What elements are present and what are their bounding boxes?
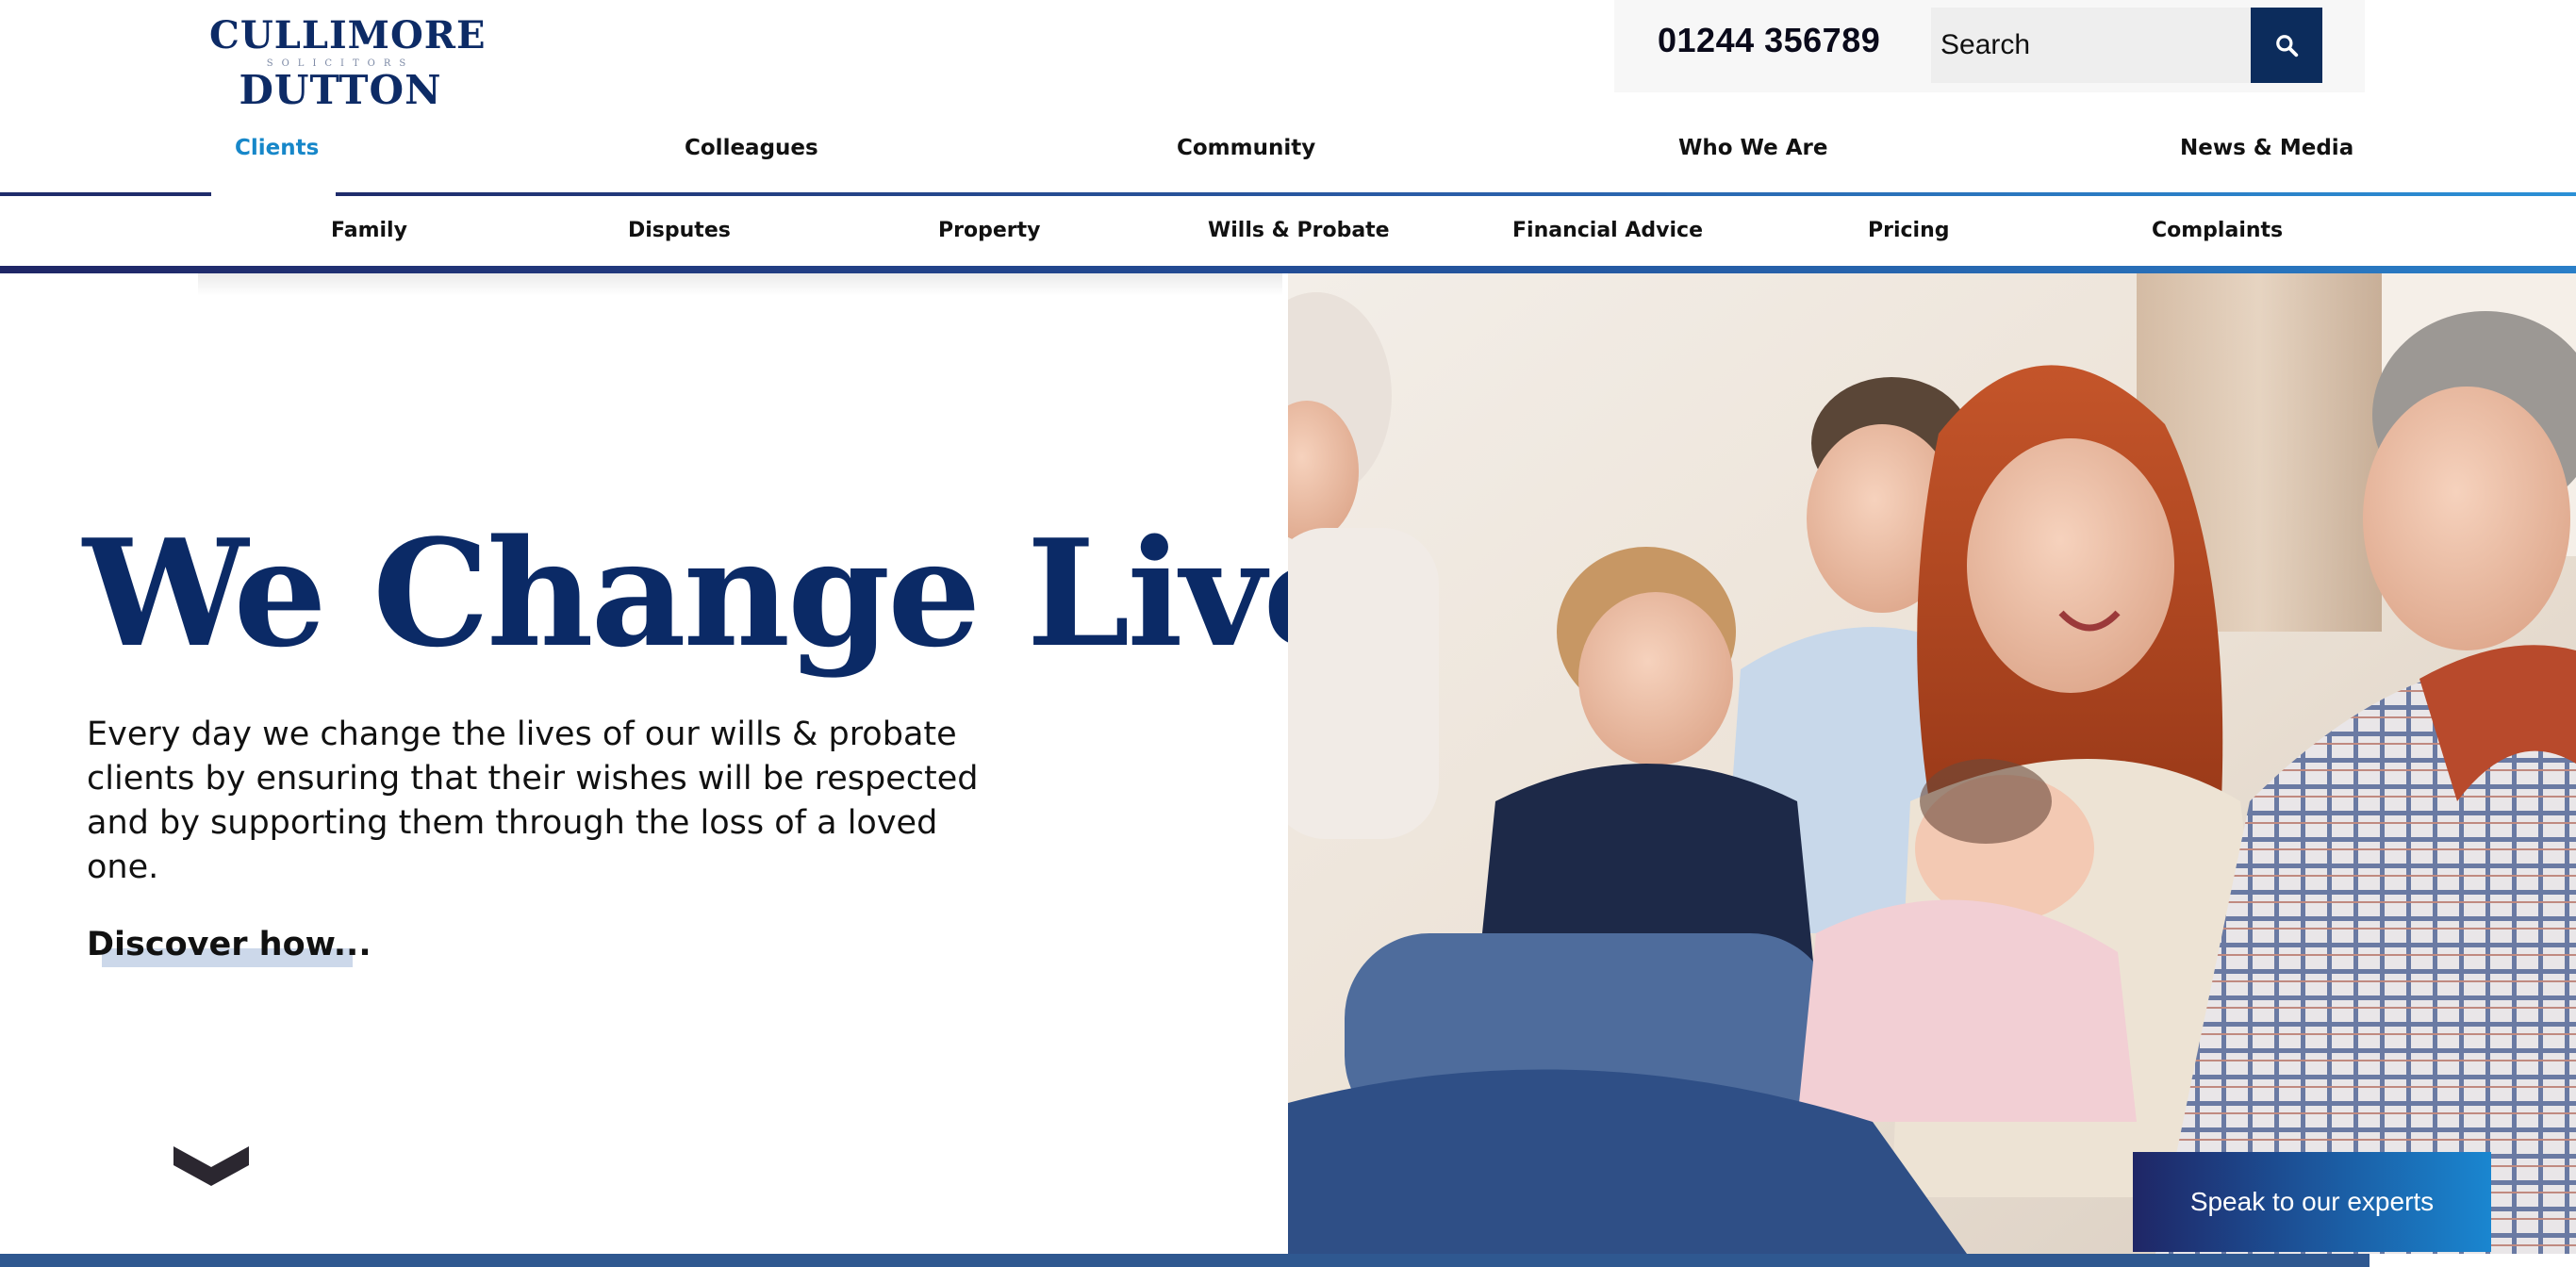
subnav-item-family[interactable]: Family — [331, 219, 407, 242]
search-box — [1931, 8, 2252, 83]
utility-bar: 01244 356789 — [1614, 0, 2365, 92]
phone-number[interactable]: 01244 356789 — [1658, 21, 1880, 60]
chevron-down-icon[interactable] — [173, 1143, 249, 1190]
scroll-progress-fill — [0, 1254, 2370, 1267]
search-icon — [2276, 35, 2299, 58]
subnav-item-property[interactable]: Property — [938, 219, 1040, 242]
primary-nav: Clients Colleagues Community Who We Are … — [0, 117, 2576, 196]
nav-item-colleagues[interactable]: Colleagues — [685, 136, 818, 160]
subnav-item-wills-probate[interactable]: Wills & Probate — [1208, 219, 1390, 242]
speak-to-experts-button[interactable]: Speak to our experts — [2133, 1152, 2491, 1252]
search-button[interactable] — [2251, 8, 2322, 83]
secondary-nav: Family Disputes Property Wills & Probate… — [0, 196, 2576, 266]
logo-line-3: DUTTON — [239, 67, 442, 113]
subnav-item-disputes[interactable]: Disputes — [628, 219, 731, 242]
hero-text: Every day we change the lives of our wil… — [87, 716, 979, 886]
discover-link[interactable]: Discover how... — [87, 926, 372, 963]
nav-item-who-we-are[interactable]: Who We Are — [1678, 136, 1827, 160]
hero-title: We Change Lives — [83, 507, 1436, 680]
search-input[interactable] — [1931, 8, 2252, 83]
logo-line-1: CULLIMORE — [209, 13, 487, 58]
nav-shadow — [198, 273, 1282, 296]
subnav-item-financial-advice[interactable]: Financial Advice — [1512, 219, 1703, 242]
subnav-divider — [0, 266, 2576, 273]
subnav-item-complaints[interactable]: Complaints — [2152, 219, 2283, 242]
scroll-progress-bar — [0, 1254, 2576, 1267]
nav-item-news-media[interactable]: News & Media — [2180, 136, 2353, 160]
subnav-item-pricing[interactable]: Pricing — [1868, 219, 1950, 242]
site-logo[interactable]: CULLIMORE SOLICITORS DUTTON — [209, 13, 487, 113]
hero-photo — [1288, 273, 2576, 1254]
nav-item-clients[interactable]: Clients — [235, 136, 319, 160]
nav-item-community[interactable]: Community — [1177, 136, 1315, 160]
